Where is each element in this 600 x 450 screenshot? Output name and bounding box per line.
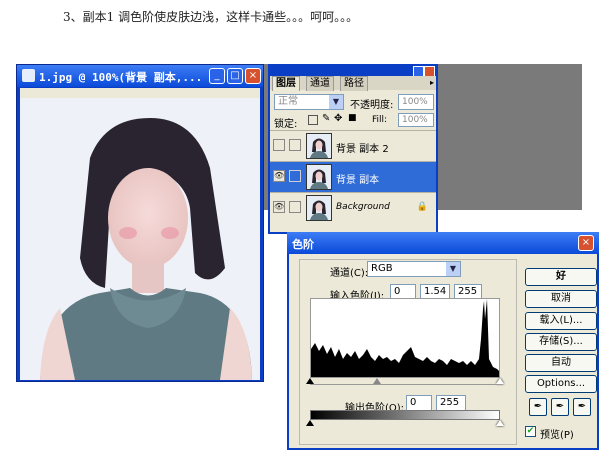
preview-label: 预览(P) <box>540 430 574 441</box>
layer-name: 背景 副本 <box>336 175 380 186</box>
dialog-close-button[interactable]: × <box>578 235 594 251</box>
eye-icon[interactable]: 👁 <box>273 201 285 213</box>
blend-row: 正常 ▼ 不透明度: 100% <box>270 92 436 112</box>
output-black-field[interactable]: 0 <box>406 395 432 411</box>
channel-select[interactable]: RGB ▼ <box>367 261 461 277</box>
auto-button[interactable]: 自动 <box>525 354 597 372</box>
channel-value: RGB <box>371 263 393 274</box>
brush-icon[interactable] <box>289 170 301 182</box>
caption-text: 3、副本1 调色阶使皮肤边浅，这样卡通些。。。呵呵。。。 <box>63 10 359 24</box>
image-window[interactable]: 1.jpg @ 100%(背景 副本,... _ □ × <box>16 64 264 382</box>
histogram <box>310 298 500 378</box>
maximize-button[interactable]: □ <box>227 68 243 84</box>
document-icon <box>22 69 35 82</box>
ok-button[interactable]: 好 <box>525 268 597 286</box>
black-eyedropper-icon[interactable]: ✒ <box>529 398 547 416</box>
histogram-graph <box>311 299 499 377</box>
levels-dialog-title[interactable]: 色阶 <box>287 232 599 254</box>
lock-label: 锁定: <box>274 119 298 130</box>
layer-thumbnail <box>306 164 332 190</box>
layer-name: 背景 副本 2 <box>336 144 389 155</box>
white-eyedropper-icon[interactable]: ✒ <box>573 398 591 416</box>
opacity-field[interactable]: 100% <box>398 94 434 110</box>
link-toggle[interactable] <box>289 139 301 151</box>
link-toggle[interactable] <box>289 201 301 213</box>
output-gradient-bar <box>310 410 500 420</box>
levels-dialog[interactable]: 色阶 × 通道(C): RGB ▼ 输入色阶(I): 0 1.54 255 输出… <box>287 232 599 450</box>
chevron-down-icon: ▼ <box>329 95 343 109</box>
layer-thumbnail <box>306 195 332 221</box>
lock-transparent-icon[interactable] <box>308 115 318 125</box>
lock-icon: 🔒 <box>416 202 428 212</box>
output-white-slider[interactable] <box>496 420 504 426</box>
layers-panel[interactable]: 图层 通道 路径 ▸ 正常 ▼ 不透明度: 100% 锁定: ✎ ✥ ■ Fil… <box>268 64 438 234</box>
layer-row[interactable]: 背景 副本 2 <box>270 130 436 161</box>
channel-label: 通道(C): <box>330 268 369 279</box>
chevron-down-icon: ▼ <box>446 262 460 276</box>
layers-panel-titlebar[interactable] <box>270 66 436 77</box>
save-button[interactable]: 存储(S)... <box>525 333 597 351</box>
layers-tabs: 图层 通道 路径 ▸ <box>270 76 436 91</box>
options-button[interactable]: Options... <box>525 375 597 393</box>
portrait-illustration <box>20 98 260 380</box>
close-button[interactable]: × <box>245 68 261 84</box>
eye-icon[interactable]: 👁 <box>273 170 285 182</box>
image-window-ruler <box>20 88 260 98</box>
gray-eyedropper-icon[interactable]: ✒ <box>551 398 569 416</box>
preview-checkbox[interactable]: ✔ <box>525 426 536 437</box>
layer-thumbnail <box>306 133 332 159</box>
load-button[interactable]: 载入(L)... <box>525 312 597 330</box>
opacity-label: 不透明度: <box>350 100 394 111</box>
output-white-field[interactable]: 255 <box>436 395 466 411</box>
fill-field[interactable]: 100% <box>398 113 434 127</box>
lock-all-icon[interactable]: ■ <box>348 113 357 123</box>
minimize-button[interactable]: _ <box>209 68 225 84</box>
tab-channels[interactable]: 通道 <box>306 76 334 91</box>
lock-move-icon[interactable]: ✥ <box>334 113 342 124</box>
layer-name: Background <box>336 202 390 212</box>
layer-row-selected[interactable]: 👁 背景 副本 <box>270 161 436 192</box>
tab-layers[interactable]: 图层 <box>272 76 300 91</box>
output-black-slider[interactable] <box>306 420 314 426</box>
tab-paths[interactable]: 路径 <box>340 76 368 91</box>
lock-paint-icon[interactable]: ✎ <box>322 113 330 124</box>
cancel-button[interactable]: 取消 <box>525 290 597 308</box>
blend-mode-value: 正常 <box>278 96 298 107</box>
panel-menu-icon[interactable]: ▸ <box>430 78 434 87</box>
fill-label: Fill: <box>372 115 388 125</box>
slider-track <box>310 384 500 385</box>
lock-row: 锁定: ✎ ✥ ■ Fill: 100% <box>270 112 436 130</box>
blend-mode-select[interactable]: 正常 ▼ <box>274 94 344 110</box>
layer-row[interactable]: 👁 Background 🔒 <box>270 192 436 223</box>
visibility-toggle[interactable] <box>273 139 285 151</box>
portrait-photo[interactable] <box>20 98 260 380</box>
